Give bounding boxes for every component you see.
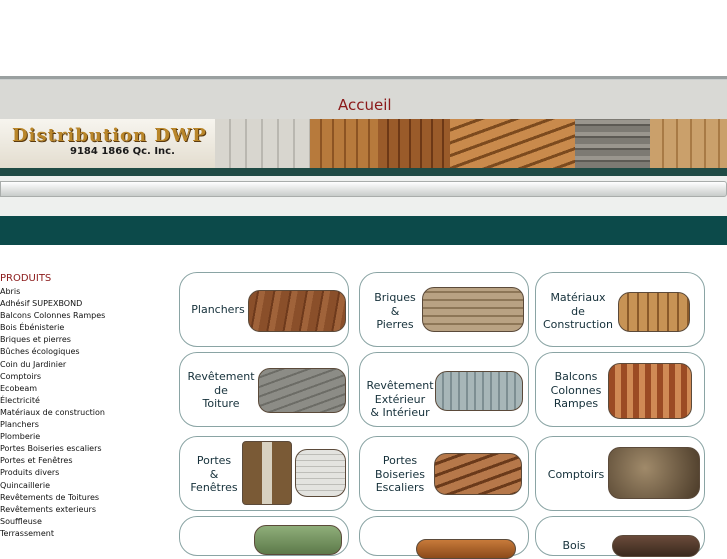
tile-revetement-exterieur[interactable]: Revêtement Extérieur & Intérieur [359,352,529,427]
tile-row4-2[interactable] [359,516,529,559]
banner-image-wood [378,119,450,168]
tile-image-materiaux [618,292,690,332]
tile-balcons[interactable]: Balcons Colonnes Rampes [535,352,705,427]
tile-image-row4-1 [254,525,342,555]
tile-image-briques [422,287,524,332]
tile-portes-fenetres[interactable]: Portes & Fenêtres [179,436,349,511]
tile-image-row4-2 [416,539,516,559]
sidebar-item-balcons[interactable]: Balcons Colonnes Rampes [0,310,175,322]
sidebar-item-quincaillerie[interactable]: Quincaillerie [0,480,175,492]
tile-image-planchers [248,290,346,332]
sidebar-item-jardinier[interactable]: Coin du Jardinier [0,359,175,371]
tile-image-escaliers [434,453,522,495]
sidebar-item-terrassement[interactable]: Terrassement [0,528,175,540]
tile-label: Balcons Colonnes Rampes [550,370,602,410]
company-logo[interactable]: Distribution DWP 9184 1866 Qc. Inc. [0,119,215,168]
sidebar-item-plomberie[interactable]: Plomberie [0,431,175,443]
sidebar-item-bois[interactable]: Bois Ébénisterie [0,322,175,334]
tile-label: Comptoirs [547,468,605,481]
sidebar-item-souffleuse[interactable]: Souffleuse [0,516,175,528]
sidebar-item-abris[interactable]: Abris [0,286,175,298]
sidebar-item-materiaux[interactable]: Matériaux de construction [0,407,175,419]
sidebar-title: PRODUITS [0,273,52,284]
sidebar-item-adhesif[interactable]: Adhésif SUPEXBOND [0,298,175,310]
sidebar-item-portes-boiseries[interactable]: Portes Boiseries escaliers [0,443,175,455]
page-title[interactable]: Accueil [338,96,392,114]
nav-bar [0,176,727,216]
sidebar-item-planchers[interactable]: Planchers [0,419,175,431]
tile-image-bois [612,535,700,557]
sidebar-item-produits-divers[interactable]: Produits divers [0,467,175,479]
banner-image-panel [650,119,727,168]
tile-briques[interactable]: Briques & Pierres [359,272,529,347]
tile-materiaux[interactable]: Matériaux de Construction [535,272,705,347]
sidebar-item-toitures[interactable]: Revêtements de Toitures [0,492,175,504]
tile-label: Portes Boiseries Escaliers [375,454,425,494]
tile-label: Briques & Pierres [374,291,416,331]
logo-title: Distribution DWP [12,125,207,146]
sidebar-item-comptoirs[interactable]: Comptoirs [0,371,175,383]
tile-image-garage [295,449,346,497]
sidebar: PRODUITS Abris Adhésif SUPEXBOND Balcons… [0,273,175,540]
tile-image-toiture [258,368,346,413]
tile-portes-boiseries[interactable]: Portes Boiseries Escaliers [359,436,529,511]
banner: Distribution DWP 9184 1866 Qc. Inc. [0,119,727,168]
tile-image-portes-fenetres [242,441,292,505]
tile-bois[interactable]: Bois [535,516,705,557]
tile-label: Planchers [191,303,245,316]
sidebar-item-exterieurs[interactable]: Revêtements exterieurs [0,504,175,516]
tile-comptoirs[interactable]: Comptoirs [535,436,705,511]
sidebar-item-electricite[interactable]: Électricité [0,395,175,407]
tile-label: Portes & Fenêtres [190,454,238,494]
tile-image-comptoirs [608,447,700,499]
tile-row4-1[interactable] [179,516,349,556]
accent-band [0,216,727,245]
tile-label: Revêtement de Toiture [187,370,255,410]
banner-image-stairs [450,119,575,168]
tile-planchers[interactable]: Planchers [179,272,349,347]
tile-image-balcons [608,363,692,419]
tile-image-revetement [435,371,523,411]
nav-bar-button[interactable] [0,181,727,197]
sidebar-item-buches[interactable]: Bûches écologiques [0,346,175,358]
sidebar-item-ecobeam[interactable]: Ecobeam [0,383,175,395]
banner-bottom-bar [0,168,727,176]
banner-image-stone [575,119,650,168]
tile-toiture[interactable]: Revêtement de Toiture [179,352,349,427]
banner-image-door [310,119,378,168]
logo-subtitle: 9184 1866 Qc. Inc. [70,146,175,157]
banner-image-siding [215,119,310,168]
tile-label: Revêtement Extérieur & Intérieur [366,379,434,419]
sidebar-item-briques[interactable]: Briques et pierres [0,334,175,346]
tile-label: Bois [562,539,586,552]
sidebar-item-portes-fenetres[interactable]: Portes et Fenêtres [0,455,175,467]
tile-label: Matériaux de Construction [542,291,614,331]
